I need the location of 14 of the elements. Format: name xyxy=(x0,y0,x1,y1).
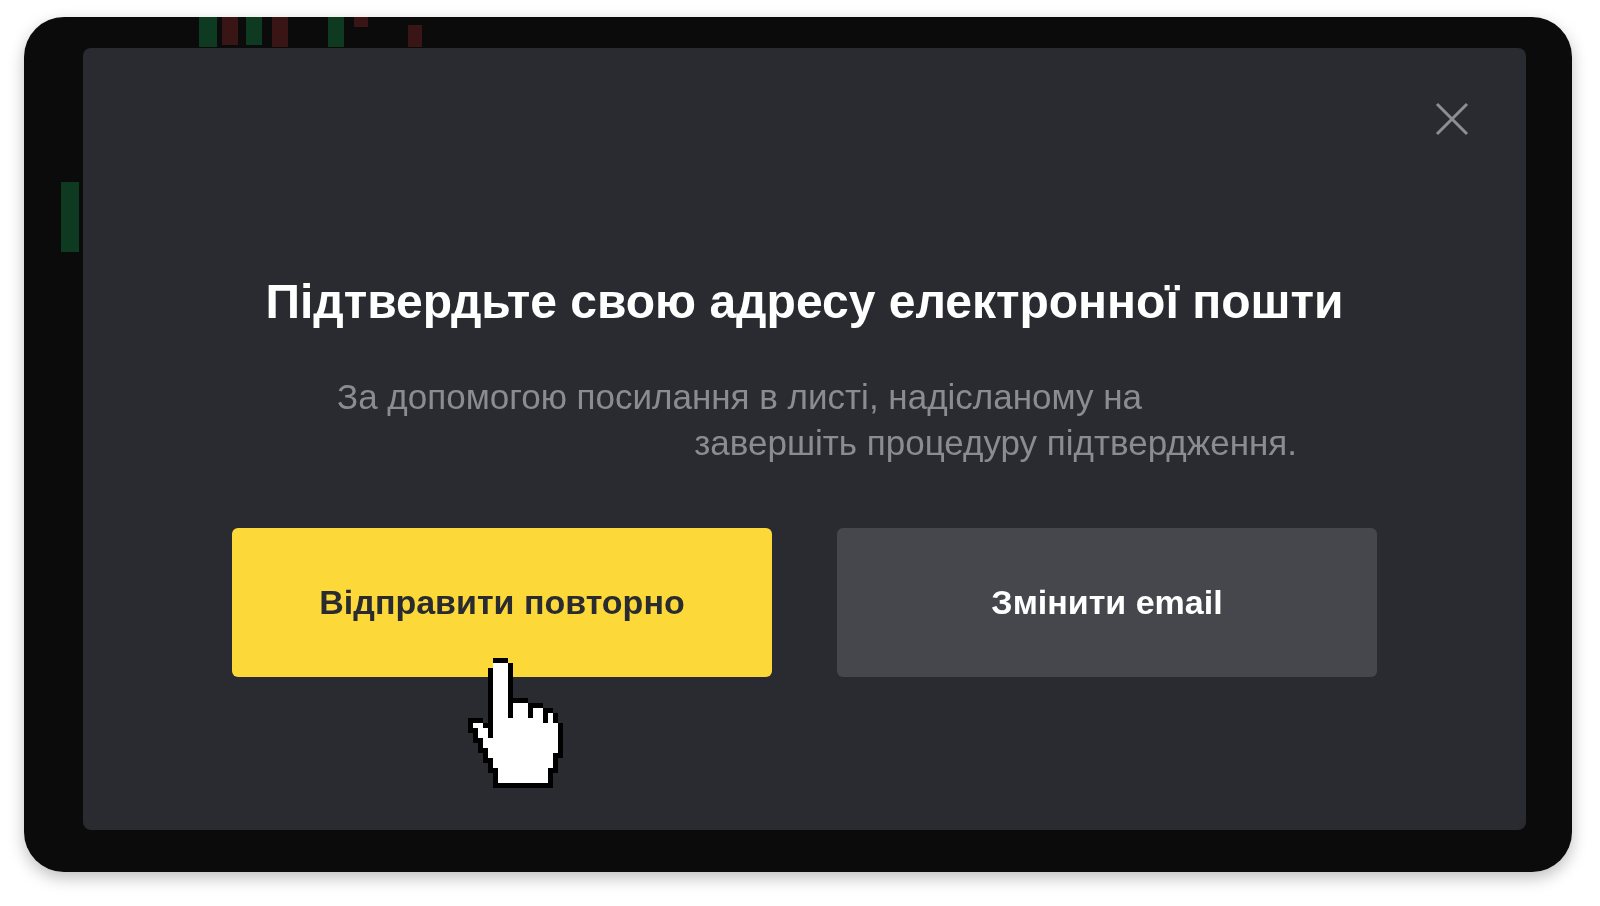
candle xyxy=(354,17,368,27)
resend-button[interactable]: Відправити повторно xyxy=(232,528,772,677)
dialog-title: Підтвердьте свою адресу електронної пошти xyxy=(265,278,1344,326)
candle xyxy=(61,182,79,252)
candle xyxy=(222,17,238,45)
candle xyxy=(272,17,288,47)
candle xyxy=(246,17,262,45)
candle xyxy=(408,25,422,47)
description-text: завершіть процедуру підтвердження. xyxy=(694,422,1297,464)
candle xyxy=(199,17,217,47)
description-text: За допомогою посилання в листі, надісланому на xyxy=(337,376,1142,418)
change-email-button[interactable]: Змінити email xyxy=(837,528,1377,677)
candle xyxy=(328,17,344,47)
close-icon[interactable] xyxy=(1434,101,1470,137)
